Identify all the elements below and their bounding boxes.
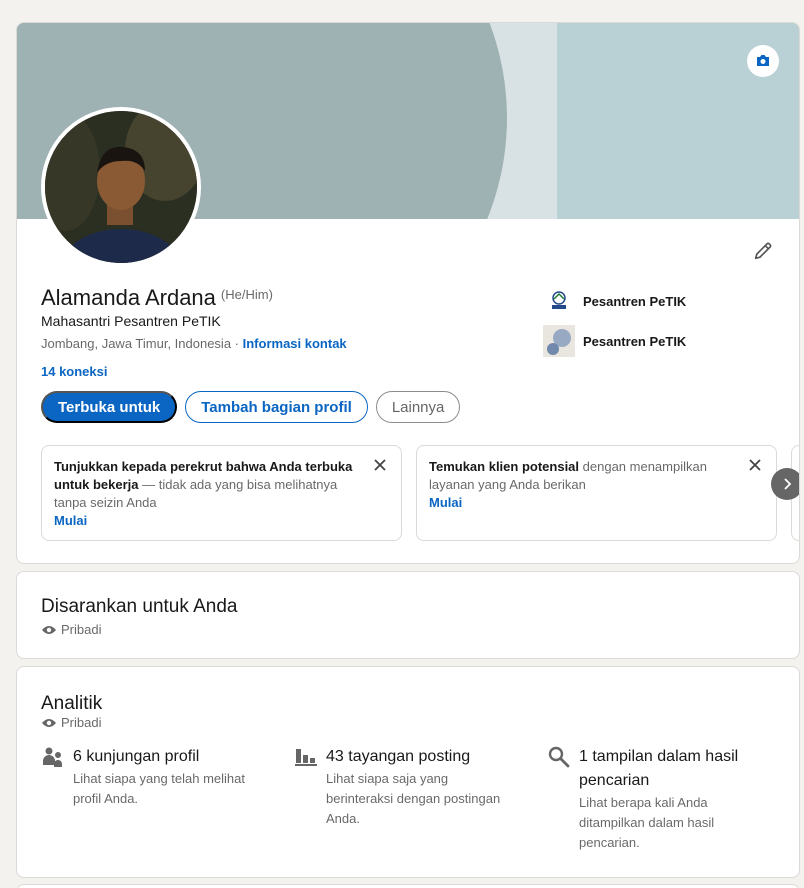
edit-intro-button[interactable] (749, 237, 777, 265)
analytics-section: Analitik Pribadi 6 kunjungan profil Liha… (16, 666, 800, 878)
name-row: Alamanda Ardana (He/Him) (41, 285, 273, 311)
organization-list: Pesantren PeTIK Pesantren PeTIK (543, 281, 686, 361)
section-title: Analitik (41, 693, 103, 714)
open-to-button[interactable]: Terbuka untuk (41, 391, 178, 423)
profile-name: Alamanda Ardana (41, 285, 216, 310)
visibility-label: Pribadi (41, 715, 775, 730)
suggestion-card: Tunjukkan kepada perekrut bahwa Anda ter… (41, 445, 402, 541)
analytics-metrics: 6 kunjungan profil Lihat siapa yang tela… (41, 745, 799, 853)
metric-profile-views[interactable]: 6 kunjungan profil Lihat siapa yang tela… (41, 745, 294, 853)
school-logo-image (547, 329, 571, 355)
eye-icon (42, 625, 56, 634)
section-title: Disarankan untuk Anda (41, 596, 238, 617)
profile-card: Alamanda Ardana (He/Him) Mahasantri Pesa… (16, 22, 800, 564)
pencil-icon (754, 242, 772, 260)
organization-item[interactable]: Pesantren PeTIK (543, 321, 686, 361)
profile-photo[interactable] (41, 107, 201, 267)
suggestion-bold-text: Temukan klien potensial (429, 459, 580, 474)
separator: · (231, 336, 243, 351)
suggestion-card: Temukan klien potensial dengan menampilk… (416, 445, 777, 541)
chevron-right-icon (784, 478, 792, 490)
more-button[interactable]: Lainnya (375, 391, 461, 423)
location-row: Jombang, Jawa Timur, Indonesia · Informa… (41, 336, 347, 351)
contact-info-link[interactable]: Informasi kontak (243, 336, 347, 351)
profile-pronouns: (He/Him) (220, 287, 273, 302)
eye-icon (42, 718, 56, 727)
organization-name: Pesantren PeTIK (583, 293, 687, 309)
start-link[interactable]: Mulai (429, 494, 740, 512)
metric-description: Lihat siapa yang telah melihat profil An… (73, 771, 246, 806)
search-icon (548, 746, 570, 768)
close-icon[interactable] (373, 458, 387, 472)
profile-headline: Mahasantri Pesantren PeTIK (41, 313, 221, 329)
next-section-card (16, 884, 800, 888)
add-profile-section-button[interactable]: Tambah bagian profil (185, 391, 368, 423)
close-icon[interactable] (748, 458, 762, 472)
metric-title: 6 kunjungan profil (73, 748, 200, 765)
visibility-label: Pribadi (41, 622, 775, 637)
people-icon (43, 747, 62, 767)
metric-title: 1 tampilan dalam hasil pencarian (579, 748, 739, 789)
camera-icon (757, 55, 769, 66)
edit-background-button[interactable] (747, 45, 779, 77)
organization-item[interactable]: Pesantren PeTIK (543, 281, 686, 321)
metric-title: 43 tayangan posting (326, 748, 471, 765)
connections-link[interactable]: 14 koneksi (41, 364, 108, 379)
profile-photo-image (45, 111, 197, 263)
metric-description: Lihat siapa saja yang berinteraksi denga… (326, 771, 501, 826)
petik-logo (543, 285, 575, 317)
bar-chart-icon (295, 749, 317, 766)
metric-description: Lihat berapa kali Anda ditampilkan dalam… (579, 795, 715, 850)
visibility-text: Pribadi (61, 622, 102, 637)
petik-logo-image (552, 291, 566, 309)
metric-search-appearances[interactable]: 1 tampilan dalam hasil pencarian Lihat b… (547, 745, 799, 853)
visibility-text: Pribadi (61, 715, 102, 730)
profile-location: Jombang, Jawa Timur, Indonesia (41, 336, 232, 351)
organization-name: Pesantren PeTIK (583, 333, 687, 349)
carousel-next-button[interactable] (771, 468, 799, 500)
suggested-section: Disarankan untuk Anda Pribadi (16, 571, 800, 659)
profile-actions: Terbuka untuk Tambah bagian profil Lainn… (41, 391, 468, 423)
school-logo (543, 325, 575, 357)
start-link[interactable]: Mulai (54, 512, 365, 530)
metric-post-impressions[interactable]: 43 tayangan posting Lihat siapa saja yan… (294, 745, 547, 853)
